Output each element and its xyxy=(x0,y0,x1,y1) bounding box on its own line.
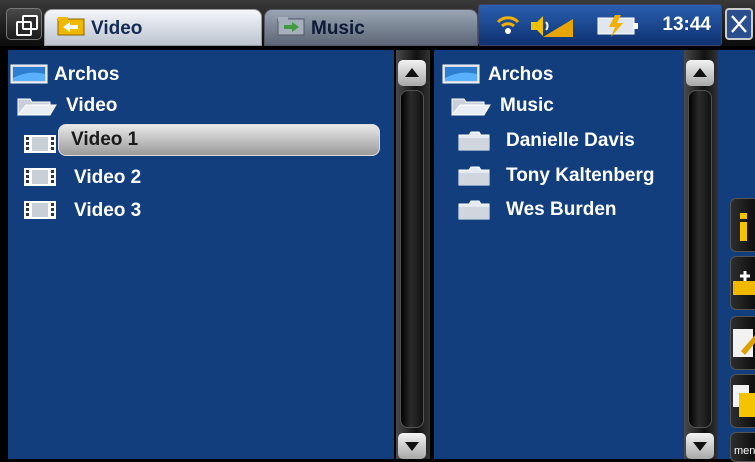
copy-icon xyxy=(733,385,755,417)
wifi-icon xyxy=(496,16,520,34)
top-bar: Video Music 13:44 xyxy=(0,0,755,46)
add-folder-icon xyxy=(733,271,755,295)
scroll-thumb[interactable] xyxy=(400,90,424,428)
list-item[interactable]: Wes Burden xyxy=(506,199,617,221)
tab-music[interactable]: Music xyxy=(264,9,478,46)
add-folder-button[interactable] xyxy=(730,256,755,310)
arrow-down-icon xyxy=(405,442,419,451)
edit-button[interactable] xyxy=(730,316,755,370)
arrow-up-icon xyxy=(693,68,707,77)
film-icon xyxy=(24,168,56,186)
right-root-label[interactable]: Archos xyxy=(488,64,553,86)
edit-icon xyxy=(733,329,755,357)
status-area: 13:44 xyxy=(478,4,722,46)
folder-icon xyxy=(458,166,490,186)
scroll-down-button[interactable] xyxy=(398,433,426,459)
open-folder-icon xyxy=(16,98,57,116)
scroll-up-button[interactable] xyxy=(398,60,426,86)
volume-icon xyxy=(531,16,573,37)
battery-charging-icon xyxy=(597,15,638,37)
menu-button[interactable]: men xyxy=(730,432,755,462)
right-scrollbar[interactable] xyxy=(684,50,718,459)
list-item-selected[interactable]: Video 1 xyxy=(58,124,380,156)
scroll-up-button[interactable] xyxy=(686,60,714,86)
list-item[interactable]: Danielle Davis xyxy=(506,130,635,152)
film-icon xyxy=(24,135,56,153)
open-folder-icon xyxy=(450,98,491,116)
tab-video-label: Video xyxy=(91,18,143,39)
close-icon xyxy=(731,15,747,33)
arrow-up-icon xyxy=(405,68,419,77)
tab-music-label: Music xyxy=(311,18,365,39)
folder-icon xyxy=(458,131,490,151)
right-folder-label[interactable]: Music xyxy=(500,95,554,117)
clock: 13:44 xyxy=(662,14,711,35)
left-folder-label[interactable]: Video xyxy=(66,95,117,117)
list-item-label: Video 1 xyxy=(71,129,139,150)
list-item[interactable]: Video 3 xyxy=(74,200,141,222)
action-sidebar: men xyxy=(718,50,755,462)
drive-icon xyxy=(10,64,48,84)
info-icon xyxy=(740,213,747,241)
close-button[interactable] xyxy=(725,8,753,40)
scroll-thumb[interactable] xyxy=(688,90,712,428)
menu-button-label: men xyxy=(734,445,755,457)
window-switch-button[interactable] xyxy=(6,8,42,40)
list-item[interactable]: Video 2 xyxy=(74,167,141,189)
list-item[interactable]: Tony Kaltenberg xyxy=(506,165,655,187)
scroll-down-button[interactable] xyxy=(686,433,714,459)
info-button[interactable] xyxy=(730,198,755,252)
folder-icon xyxy=(458,200,490,220)
window-icon-front xyxy=(16,21,32,36)
film-icon xyxy=(24,201,56,219)
folder-arrow-icon xyxy=(57,17,85,36)
drive-icon xyxy=(442,64,480,84)
arrow-down-icon xyxy=(693,442,707,451)
left-root-label[interactable]: Archos xyxy=(54,64,119,86)
tab-video[interactable]: Video xyxy=(44,9,262,46)
folder-arrow-icon xyxy=(277,17,305,36)
copy-button[interactable] xyxy=(730,374,755,428)
left-scrollbar[interactable] xyxy=(396,50,430,459)
